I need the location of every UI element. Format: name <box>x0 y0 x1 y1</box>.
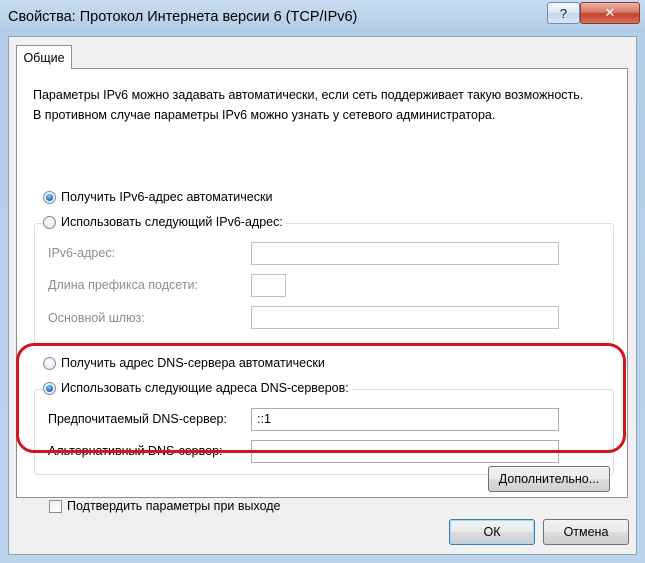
help-icon: ? <box>559 5 568 21</box>
title-bar[interactable]: Свойства: Протокол Интернета версии 6 (T… <box>0 0 645 36</box>
ip-auto-radio[interactable] <box>43 190 56 204</box>
dns-auto-label: Получить адрес DNS-сервера автоматически <box>61 356 325 370</box>
prefix-length-input[interactable] <box>251 274 286 297</box>
advanced-button[interactable]: Дополнительно... <box>488 466 610 492</box>
ip-auto-label: Получить IPv6-адрес автоматически <box>61 190 273 204</box>
tab-general-label: Общие <box>23 50 65 65</box>
gateway-label: Основной шлюз: <box>48 311 145 325</box>
ip-auto-option[interactable]: Получить IPv6-адрес автоматически <box>43 190 272 204</box>
help-button[interactable]: ? <box>547 2 580 24</box>
ipv6-address-label: IPv6-адрес: <box>48 246 116 260</box>
gateway-input[interactable] <box>251 306 559 329</box>
preferred-dns-input[interactable]: ::1 <box>251 408 559 431</box>
ip-manual-radio[interactable] <box>43 215 56 229</box>
dns-manual-label: Использовать следующие адреса DNS-сервер… <box>61 381 349 395</box>
tab-general[interactable]: Общие <box>16 45 72 69</box>
dns-manual-option[interactable]: Использовать следующие адреса DNS-сервер… <box>43 381 352 395</box>
ipv6-address-input[interactable] <box>251 242 559 265</box>
validate-on-exit-option[interactable]: Подтвердить параметры при выходе <box>49 499 281 513</box>
general-tab-panel: Параметры IPv6 можно задавать автоматиче… <box>16 68 628 513</box>
description-text: Параметры IPv6 можно задавать автоматиче… <box>33 88 584 122</box>
preferred-dns-label: Предпочитаемый DNS-сервер: <box>48 412 227 426</box>
close-icon: ✕ <box>604 5 616 20</box>
validate-on-exit-checkbox[interactable] <box>49 499 62 513</box>
ok-button[interactable]: ОК <box>449 519 535 545</box>
ip-manual-option[interactable]: Использовать следующий IPv6-адрес: <box>43 215 286 229</box>
prefix-length-label: Длина префикса подсети: <box>48 278 198 292</box>
dialog-window: Свойства: Протокол Интернета версии 6 (T… <box>0 0 645 563</box>
ip-manual-label: Использовать следующий IPv6-адрес: <box>61 215 283 229</box>
validate-on-exit-label: Подтвердить параметры при выходе <box>67 499 281 513</box>
dns-manual-radio[interactable] <box>43 381 56 395</box>
dialog-client-area: Общие Параметры IPv6 можно задавать авто… <box>8 36 637 555</box>
window-title: Свойства: Протокол Интернета версии 6 (T… <box>8 9 358 25</box>
dns-auto-radio[interactable] <box>43 356 56 370</box>
alternate-dns-input[interactable] <box>251 440 559 463</box>
cancel-button[interactable]: Отмена <box>543 519 629 545</box>
close-button[interactable]: ✕ <box>580 2 640 24</box>
alternate-dns-label: Альтернативный DNS-сервер: <box>48 444 223 458</box>
dns-auto-option[interactable]: Получить адрес DNS-сервера автоматически <box>43 356 325 370</box>
